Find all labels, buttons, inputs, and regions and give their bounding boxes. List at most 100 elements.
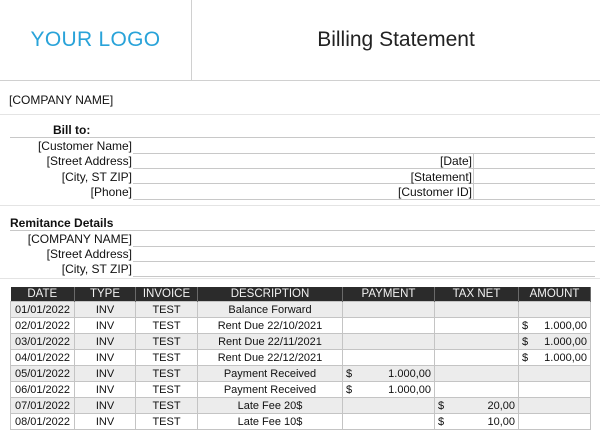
remit-company-label: [COMPANY NAME] xyxy=(27,232,132,246)
cell-date[interactable]: 02/01/2022 xyxy=(10,317,75,334)
table-row: 03/01/2022 INV TEST Rent Due 22/11/2021 $1.0… xyxy=(10,333,591,350)
cell-tax-net[interactable] xyxy=(434,301,519,318)
cell-payment[interactable]: $1.000,00 xyxy=(342,381,435,398)
table-row: 01/01/2022 INV TEST Balance Forward xyxy=(10,301,591,318)
cell-payment[interactable] xyxy=(342,317,435,334)
cell-date[interactable]: 01/01/2022 xyxy=(10,301,75,318)
cell-amount[interactable] xyxy=(518,413,591,430)
cell-date[interactable]: 06/01/2022 xyxy=(10,381,75,398)
cell-invoice[interactable]: TEST xyxy=(135,301,198,318)
currency-symbol: $ xyxy=(438,415,445,428)
table-row: 05/01/2022 INV TEST Payment Received $1.000,… xyxy=(10,365,591,382)
table-row: 04/01/2022 INV TEST Rent Due 22/12/2021 $1.0… xyxy=(10,349,591,366)
table-row: 07/01/2022 INV TEST Late Fee 20$ $20,00 xyxy=(10,397,591,414)
cell-amount[interactable] xyxy=(518,397,591,414)
cell-tax-net[interactable]: $10,00 xyxy=(434,413,519,430)
cell-tax-net[interactable] xyxy=(434,365,519,382)
cell-description[interactable]: Rent Due 22/10/2021 xyxy=(197,317,343,334)
cell-type[interactable]: INV xyxy=(74,317,136,334)
cell-type[interactable]: INV xyxy=(74,349,136,366)
cell-amount[interactable]: $1.000,00 xyxy=(518,349,591,366)
cell-amount[interactable] xyxy=(518,365,591,382)
column-header-type: TYPE xyxy=(74,287,136,302)
cell-payment[interactable] xyxy=(342,301,435,318)
remit-company-line[interactable] xyxy=(133,246,595,247)
cell-payment[interactable]: $1.000,00 xyxy=(342,365,435,382)
cell-invoice[interactable]: TEST xyxy=(135,333,198,350)
title-cell: Billing Statement xyxy=(192,0,600,81)
billing-table: DATE TYPE INVOICE DESCRIPTION PAYMENT TA… xyxy=(10,287,591,430)
bill-to-heading: Bill to: xyxy=(53,123,91,137)
cell-amount[interactable] xyxy=(518,381,591,398)
remit-street-line[interactable] xyxy=(133,261,595,262)
cell-date[interactable]: 08/01/2022 xyxy=(10,413,75,430)
cell-date[interactable]: 05/01/2022 xyxy=(10,365,75,382)
column-header-tax-net: TAX NET xyxy=(434,287,519,302)
cell-description[interactable]: Late Fee 20$ xyxy=(197,397,343,414)
remit-city-line[interactable] xyxy=(133,276,595,277)
cell-amount[interactable]: $1.000,00 xyxy=(518,333,591,350)
currency-symbol: $ xyxy=(522,351,529,364)
currency-symbol: $ xyxy=(522,335,529,348)
cell-invoice[interactable]: TEST xyxy=(135,317,198,334)
cell-tax-net[interactable] xyxy=(434,381,519,398)
phone-label: [Phone] xyxy=(90,185,132,199)
customer-name-line[interactable] xyxy=(133,153,595,154)
street-address-label: [Street Address] xyxy=(46,154,132,168)
cell-amount[interactable]: $1.000,00 xyxy=(518,317,591,334)
remit-city-label: [City, ST ZIP] xyxy=(61,262,132,276)
city-line[interactable] xyxy=(133,183,595,184)
cell-date[interactable]: 03/01/2022 xyxy=(10,333,75,350)
cell-amount[interactable] xyxy=(518,301,591,318)
field-divider xyxy=(473,153,474,199)
cell-type[interactable]: INV xyxy=(74,301,136,318)
street-address-line[interactable] xyxy=(133,168,595,169)
currency-symbol: $ xyxy=(522,319,529,332)
logo: YOUR LOGO xyxy=(30,28,161,51)
cell-payment[interactable] xyxy=(342,397,435,414)
page-title: Billing Statement xyxy=(317,28,475,51)
cell-type[interactable]: INV xyxy=(74,333,136,350)
table-row: 02/01/2022 INV TEST Rent Due 22/10/2021 $1.0… xyxy=(10,317,591,334)
phone-line[interactable] xyxy=(133,199,595,200)
column-header-date: DATE xyxy=(10,287,75,302)
column-header-description: DESCRIPTION xyxy=(197,287,343,302)
cell-invoice[interactable]: TEST xyxy=(135,397,198,414)
cell-type[interactable]: INV xyxy=(74,381,136,398)
cell-invoice[interactable]: TEST xyxy=(135,349,198,366)
cell-description[interactable]: Rent Due 22/11/2021 xyxy=(197,333,343,350)
cell-type[interactable]: INV xyxy=(74,365,136,382)
money-value: 1.000,00 xyxy=(544,335,587,348)
cell-tax-net[interactable] xyxy=(434,333,519,350)
cell-invoice[interactable]: TEST xyxy=(135,381,198,398)
statement-label: [Statement] xyxy=(410,170,472,184)
cell-description[interactable]: Rent Due 22/12/2021 xyxy=(197,349,343,366)
cell-type[interactable]: INV xyxy=(74,397,136,414)
money-value: 20,00 xyxy=(487,399,515,412)
currency-symbol: $ xyxy=(346,383,353,396)
cell-description[interactable]: Late Fee 10$ xyxy=(197,413,343,430)
currency-symbol: $ xyxy=(438,399,445,412)
customer-id-label: [Customer ID] xyxy=(397,185,472,199)
cell-description[interactable]: Balance Forward xyxy=(197,301,343,318)
cell-payment[interactable] xyxy=(342,349,435,366)
remittance-heading: Remitance Details xyxy=(10,216,114,230)
cell-tax-net[interactable] xyxy=(434,349,519,366)
field-line xyxy=(10,137,595,138)
cell-date[interactable]: 04/01/2022 xyxy=(10,349,75,366)
table-row: 08/01/2022 INV TEST Late Fee 10$ $10,00 xyxy=(10,413,591,430)
cell-description[interactable]: Payment Received xyxy=(197,365,343,382)
cell-tax-net[interactable]: $20,00 xyxy=(434,397,519,414)
cell-type[interactable]: INV xyxy=(74,413,136,430)
money-value: 1.000,00 xyxy=(388,367,431,380)
money-value: 1.000,00 xyxy=(544,319,587,332)
cell-tax-net[interactable] xyxy=(434,317,519,334)
cell-date[interactable]: 07/01/2022 xyxy=(10,397,75,414)
currency-symbol: $ xyxy=(346,367,353,380)
cell-invoice[interactable]: TEST xyxy=(135,365,198,382)
logo-cell: YOUR LOGO xyxy=(0,0,192,81)
cell-payment[interactable] xyxy=(342,333,435,350)
cell-description[interactable]: Payment Received xyxy=(197,381,343,398)
cell-invoice[interactable]: TEST xyxy=(135,413,198,430)
cell-payment[interactable] xyxy=(342,413,435,430)
